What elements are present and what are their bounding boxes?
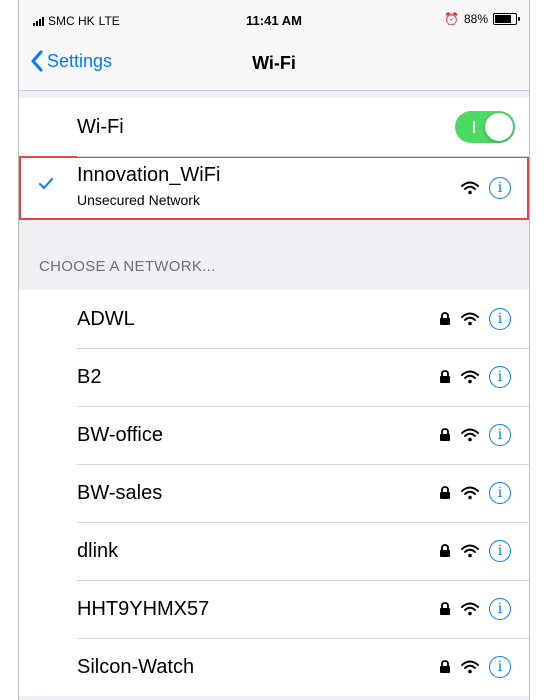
lock-icon <box>440 370 450 383</box>
connected-network-status: Unsecured Network <box>77 192 200 208</box>
network-row[interactable]: HHT9YHMX57 i <box>19 580 529 638</box>
wifi-toggle-row: Wi-Fi <box>19 98 529 156</box>
network-list: ADWL i B2 i BW-office i BW-sales i dlink… <box>19 290 529 696</box>
battery-icon <box>493 13 520 25</box>
lock-icon <box>440 486 450 499</box>
network-row[interactable]: ADWL i <box>19 290 529 348</box>
wifi-icon <box>461 312 479 326</box>
network-row[interactable]: Silcon-Watch i <box>19 638 529 696</box>
info-icon[interactable]: i <box>489 540 511 562</box>
lock-icon <box>440 428 450 441</box>
wifi-toggle-label: Wi-Fi <box>77 115 124 138</box>
network-name: BW-office <box>77 423 163 446</box>
lock-icon <box>440 544 450 557</box>
network-name: dlink <box>77 539 119 562</box>
info-icon[interactable]: i <box>489 308 511 330</box>
connected-network-row[interactable]: Innovation_WiFi Unsecured Network i <box>19 156 529 220</box>
wifi-toggle-switch[interactable] <box>455 111 515 143</box>
lock-icon <box>440 660 450 673</box>
checkmark-icon <box>39 178 53 189</box>
wifi-icon <box>461 370 479 384</box>
wifi-group: Wi-Fi Innovation_WiFi Unsecured Network … <box>19 98 529 220</box>
status-bar: SMC HK LTE 11:41 AM ⏰ 88% <box>19 0 529 40</box>
phone-screen: SMC HK LTE 11:41 AM ⏰ 88% Settings Wi-Fi… <box>18 0 530 700</box>
network-row[interactable]: B2 i <box>19 348 529 406</box>
alarm-icon: ⏰ <box>444 12 459 26</box>
network-name: ADWL <box>77 307 135 330</box>
network-row[interactable]: BW-office i <box>19 406 529 464</box>
connected-network-name: Innovation_WiFi <box>77 164 221 186</box>
network-name: B2 <box>77 365 102 388</box>
navigation-bar: Settings Wi-Fi <box>19 40 529 91</box>
info-icon[interactable]: i <box>489 656 511 678</box>
toggle-knob <box>485 113 513 141</box>
info-icon[interactable]: i <box>489 482 511 504</box>
network-name: HHT9YHMX57 <box>77 597 210 620</box>
info-icon[interactable]: i <box>489 598 511 620</box>
wifi-icon <box>461 181 479 195</box>
wifi-icon <box>461 544 479 558</box>
info-icon[interactable]: i <box>489 366 511 388</box>
info-icon[interactable]: i <box>489 424 511 446</box>
info-icon[interactable]: i <box>489 177 511 199</box>
network-name: Silcon-Watch <box>77 655 195 678</box>
lock-icon <box>440 312 450 325</box>
network-name: BW-sales <box>77 481 163 504</box>
page-title: Wi-Fi <box>252 53 296 73</box>
network-row[interactable]: BW-sales i <box>19 464 529 522</box>
lock-icon <box>440 602 450 615</box>
wifi-icon <box>461 660 479 674</box>
wifi-icon <box>461 428 479 442</box>
battery-percent: 88% <box>463 12 488 26</box>
section-header: CHOOSE A NETWORK... <box>39 258 216 275</box>
wifi-icon <box>461 486 479 500</box>
network-row[interactable]: dlink i <box>19 522 529 580</box>
wifi-icon <box>461 602 479 616</box>
